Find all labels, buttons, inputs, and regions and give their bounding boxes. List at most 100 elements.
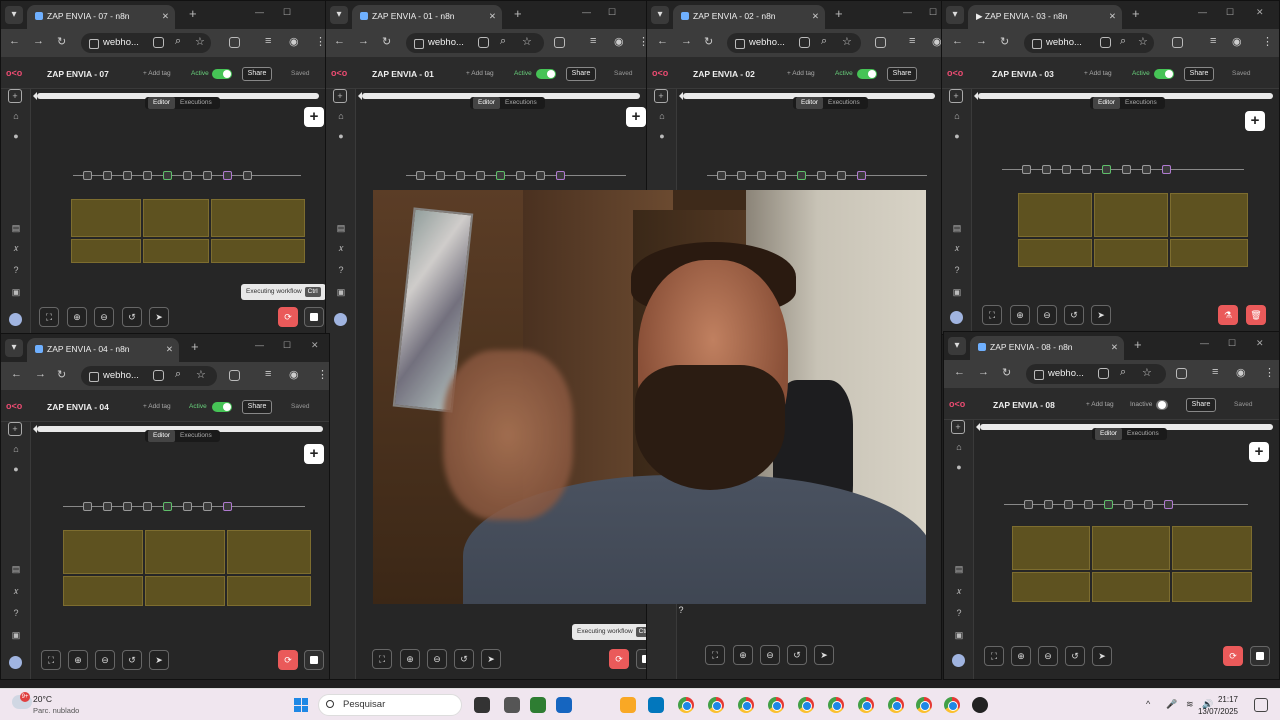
help-icon[interactable]: ? — [334, 265, 348, 275]
stop-execution-button[interactable] — [304, 307, 324, 327]
address-bar[interactable]: webho... — [1024, 33, 1154, 53]
minimize-icon[interactable]: — — [582, 7, 591, 17]
profile-icon[interactable]: ◉ — [289, 35, 299, 48]
zoom-in-button[interactable]: ⊕ — [68, 650, 88, 670]
workflow-group[interactable] — [227, 530, 311, 574]
tab-editor[interactable]: Editor — [473, 97, 500, 109]
browser-tab[interactable]: ZAP ENVIA - 07 - n8n ✕ — [27, 5, 175, 29]
stop-execution-button[interactable] — [304, 650, 324, 670]
add-tag-link[interactable]: + Add tag — [787, 70, 815, 77]
workflow-group[interactable] — [1092, 572, 1170, 602]
share-button[interactable]: Share — [887, 67, 917, 81]
help-icon[interactable]: ? — [952, 608, 966, 618]
tab-search-button[interactable]: ▾ — [5, 339, 23, 357]
zoom-out-button[interactable]: ⊖ — [1038, 646, 1058, 666]
share-button[interactable]: Share — [242, 400, 272, 414]
workflow-group[interactable] — [1170, 239, 1248, 267]
back-icon[interactable]: ← — [657, 35, 668, 47]
menu-icon[interactable]: ⋮ — [1262, 35, 1273, 48]
tab-editor[interactable]: Editor — [796, 97, 823, 109]
profile-icon[interactable]: ◉ — [1232, 35, 1242, 48]
maximize-icon[interactable]: ☐ — [283, 340, 291, 351]
add-tag-link[interactable]: + Add tag — [143, 70, 171, 77]
browser-tab[interactable]: ZAP ENVIA - 04 - n8n ✕ — [27, 338, 179, 362]
translate-icon[interactable] — [478, 37, 489, 48]
close-tab-icon[interactable]: ✕ — [1111, 336, 1118, 358]
back-icon[interactable]: ← — [334, 35, 345, 47]
bookmark-star-icon[interactable]: ☆ — [1138, 35, 1148, 48]
workflow-group[interactable] — [63, 576, 143, 606]
variables-icon[interactable]: 𝑥 — [334, 243, 348, 254]
workflow-group[interactable] — [71, 199, 141, 237]
zoom-in-button[interactable]: ⊕ — [1010, 305, 1030, 325]
workflow-group[interactable] — [1172, 572, 1252, 602]
chrome-icon[interactable] — [916, 697, 932, 713]
tab-search-button[interactable]: ▾ — [330, 6, 348, 24]
share-button[interactable]: Share — [566, 67, 596, 81]
add-icon[interactable]: + — [949, 89, 963, 103]
workflow-canvas[interactable]: Editor Executions + ⛶ ⊕ ⊖ ↺ ➤ ⟳ — [974, 420, 1279, 679]
workflow-group[interactable] — [211, 199, 305, 237]
fit-view-button[interactable]: ⛶ — [41, 650, 61, 670]
zoom-in-button[interactable]: ⊕ — [1011, 646, 1031, 666]
home-icon[interactable]: ⌂ — [9, 444, 23, 454]
avatar[interactable] — [9, 656, 22, 669]
reload-icon[interactable]: ↻ — [382, 35, 391, 48]
undo-button[interactable]: ↺ — [454, 649, 474, 669]
add-tag-link[interactable]: + Add tag — [1086, 401, 1114, 408]
workflow-graph[interactable] — [994, 498, 1258, 610]
new-tab-icon[interactable]: + — [191, 339, 199, 354]
translate-icon[interactable] — [799, 37, 810, 48]
zoom-out-button[interactable]: ⊖ — [427, 649, 447, 669]
cursor-tool-button[interactable]: ➤ — [1091, 305, 1111, 325]
chrome-icon[interactable] — [888, 697, 904, 713]
avatar[interactable] — [952, 654, 965, 667]
bookmark-star-icon[interactable]: ☆ — [522, 35, 532, 48]
maximize-icon[interactable]: ☐ — [1228, 338, 1236, 349]
fit-view-button[interactable]: ⛶ — [372, 649, 392, 669]
workflow-name[interactable]: ZAP ENVIA - 07 — [47, 69, 109, 79]
user-icon[interactable]: ● — [334, 131, 348, 141]
user-icon[interactable]: ● — [952, 462, 966, 472]
zoom-out-button[interactable]: ⊖ — [95, 650, 115, 670]
workflow-graph[interactable] — [53, 500, 315, 612]
extensions-icon[interactable] — [875, 37, 886, 48]
workflow-group[interactable] — [1012, 572, 1090, 602]
active-toggle[interactable] — [536, 69, 556, 79]
bookmark-star-icon[interactable]: ☆ — [1142, 366, 1152, 379]
undo-button[interactable]: ↺ — [122, 650, 142, 670]
active-toggle[interactable] — [857, 69, 877, 79]
close-tab-icon[interactable]: ✕ — [1109, 5, 1116, 27]
workflow-name[interactable]: ZAP ENVIA - 03 — [992, 69, 1054, 79]
tab-search-button[interactable]: ▾ — [946, 6, 964, 24]
delete-button[interactable]: 🗑 — [1246, 305, 1266, 325]
translate-icon[interactable] — [153, 37, 164, 48]
gift-icon[interactable]: ▣ — [334, 287, 348, 298]
add-icon[interactable]: + — [333, 89, 347, 103]
bookmark-star-icon[interactable]: ☆ — [196, 368, 206, 381]
workflow-canvas[interactable]: Editor Executions + ⛶ ⊕ ⊖ ↺ ➤ ⚗ 🗑 — [972, 89, 1279, 334]
tab-search-button[interactable]: ▾ — [5, 6, 23, 24]
tab-executions[interactable]: Executions — [175, 97, 217, 109]
execute-workflow-button[interactable]: ⟳ — [1223, 646, 1243, 666]
execute-workflow-button[interactable]: ⟳ — [609, 649, 629, 669]
forward-icon[interactable]: → — [35, 368, 46, 380]
reload-icon[interactable]: ↻ — [1000, 35, 1009, 48]
variables-icon[interactable]: 𝑥 — [9, 586, 23, 597]
maximize-icon[interactable]: ☐ — [1226, 7, 1234, 18]
address-bar[interactable]: webho... — [81, 33, 211, 53]
close-tab-icon[interactable]: ✕ — [812, 5, 819, 27]
reload-icon[interactable]: ↻ — [57, 35, 66, 48]
back-icon[interactable]: ← — [954, 366, 965, 378]
zoom-out-button[interactable]: ⊖ — [94, 307, 114, 327]
workflow-name[interactable]: ZAP ENVIA - 04 — [47, 402, 109, 412]
share-button[interactable]: Share — [242, 67, 272, 81]
active-toggle[interactable] — [212, 402, 232, 412]
browser-tab[interactable]: ZAP ENVIA - 08 - n8n ✕ — [970, 336, 1124, 360]
workflow-group[interactable] — [227, 576, 311, 606]
avatar[interactable] — [950, 311, 963, 324]
gift-icon[interactable]: ▣ — [950, 287, 964, 298]
templates-icon[interactable]: ▤ — [334, 223, 348, 234]
minimize-icon[interactable]: — — [903, 7, 912, 17]
task-view-icon[interactable] — [474, 697, 490, 713]
